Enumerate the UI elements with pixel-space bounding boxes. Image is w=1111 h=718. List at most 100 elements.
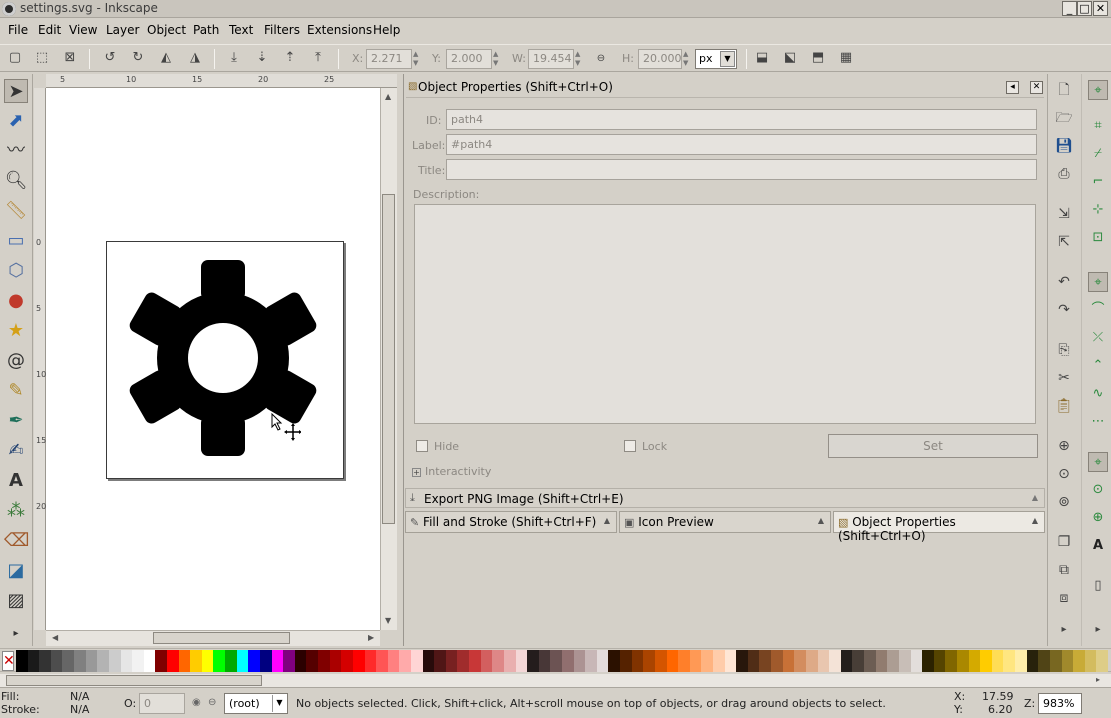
more-tools-arrow-icon[interactable]: ▸: [4, 622, 28, 646]
color-swatch[interactable]: [1049, 650, 1062, 672]
color-swatch[interactable]: [759, 650, 772, 672]
maximize-button[interactable]: □: [1077, 1, 1092, 16]
color-swatch[interactable]: [213, 650, 226, 672]
color-swatch[interactable]: [538, 650, 551, 672]
chevron-down-icon[interactable]: ▼: [720, 51, 735, 67]
text-tool-icon[interactable]: A: [4, 469, 28, 493]
color-swatch[interactable]: [410, 650, 423, 672]
color-swatch[interactable]: [1073, 650, 1086, 672]
color-swatch[interactable]: [747, 650, 760, 672]
color-swatch[interactable]: [1061, 650, 1074, 672]
color-swatch[interactable]: [1084, 650, 1097, 672]
more-commands-arrow-icon[interactable]: ▸: [1054, 620, 1074, 640]
snap-bbox-edge-icon[interactable]: ⌿: [1088, 144, 1108, 164]
visibility-eye-icon[interactable]: ◉: [192, 697, 201, 708]
description-textarea[interactable]: [414, 204, 1036, 424]
color-swatch[interactable]: [236, 650, 249, 672]
tab-object-properties[interactable]: ▧ Object Properties (Shift+Ctrl+O) ▲: [833, 511, 1045, 543]
color-swatch[interactable]: [480, 650, 493, 672]
tab-icon-preview[interactable]: ▣ Icon Preview ▲: [619, 511, 831, 533]
color-swatch[interactable]: [457, 650, 470, 672]
color-swatch[interactable]: [1026, 650, 1039, 672]
clone-icon[interactable]: ⧉: [1054, 560, 1074, 580]
gradient-tool-icon[interactable]: ▨: [4, 589, 28, 613]
color-swatch[interactable]: [852, 650, 865, 672]
color-swatch[interactable]: [910, 650, 923, 672]
menu-object[interactable]: Object: [147, 23, 186, 37]
scroll-left-icon[interactable]: ◀: [52, 633, 58, 642]
scroll-down-icon[interactable]: ▼: [385, 616, 391, 625]
color-swatch[interactable]: [16, 650, 28, 672]
layer-select[interactable]: (root) ▼: [224, 693, 288, 714]
save-icon[interactable]: 💾︎: [1054, 136, 1074, 156]
scroll-up-icon[interactable]: ▲: [385, 92, 391, 101]
color-swatch[interactable]: [596, 650, 609, 672]
color-swatch[interactable]: [329, 650, 342, 672]
color-swatch[interactable]: [364, 650, 377, 672]
color-swatch[interactable]: [155, 650, 168, 672]
close-button[interactable]: ✕: [1093, 1, 1108, 16]
tweak-tool-icon[interactable]: 〰: [4, 139, 28, 163]
color-swatch[interactable]: [1015, 650, 1028, 672]
transform-patterns-icon[interactable]: ▦: [836, 48, 856, 68]
expand-plus-icon[interactable]: +: [412, 468, 421, 477]
snap-intersection-icon[interactable]: ⤫: [1088, 328, 1108, 348]
zoom-tool-icon[interactable]: 🔍︎: [4, 169, 28, 193]
rotate-ccw-icon[interactable]: ↺: [100, 48, 120, 68]
color-swatch[interactable]: [132, 650, 145, 672]
raise-icon[interactable]: ⇡: [280, 48, 300, 68]
tab-arrow-icon[interactable]: ▲: [818, 516, 824, 525]
layer-lock-icon[interactable]: ⊖: [208, 697, 216, 708]
color-swatch[interactable]: [550, 650, 563, 672]
snap-smooth-icon[interactable]: ∿: [1088, 384, 1108, 404]
snap-midpoint-icon[interactable]: ⋯: [1088, 412, 1108, 432]
snap-nodes-icon[interactable]: ⌖: [1088, 272, 1108, 292]
color-swatch[interactable]: [190, 650, 203, 672]
open-icon[interactable]: 🗁︎: [1054, 108, 1074, 128]
color-swatch[interactable]: [968, 650, 981, 672]
print-icon[interactable]: ⎙: [1054, 164, 1074, 184]
snap-bbox-icon[interactable]: ⌗: [1088, 116, 1108, 136]
paint-bucket-tool-icon[interactable]: ◪: [4, 559, 28, 583]
snap-path-icon[interactable]: ⌒: [1088, 300, 1108, 320]
spiral-tool-icon[interactable]: @: [4, 349, 28, 373]
more-snap-arrow-icon[interactable]: ▸: [1088, 620, 1108, 640]
measure-tool-icon[interactable]: 📏︎: [4, 199, 28, 223]
color-swatch[interactable]: [643, 650, 656, 672]
tab-arrow-icon[interactable]: ▲: [604, 516, 610, 525]
ellipse-tool-icon[interactable]: ●: [4, 289, 28, 313]
snap-bbox-center-icon[interactable]: ⊡: [1088, 228, 1108, 248]
color-swatch[interactable]: [85, 650, 98, 672]
color-swatch[interactable]: [805, 650, 818, 672]
horizontal-scroll-thumb[interactable]: [153, 632, 290, 644]
color-swatch[interactable]: [352, 650, 365, 672]
snap-bbox-corner-icon[interactable]: ⌐: [1088, 172, 1108, 192]
snap-text-baseline-icon[interactable]: A: [1088, 536, 1108, 556]
3d-box-tool-icon[interactable]: ⬡: [4, 259, 28, 283]
interactivity-expander[interactable]: + Interactivity: [412, 465, 491, 478]
vertical-scrollbar[interactable]: ▲ ▼: [380, 88, 397, 630]
color-swatch[interactable]: [225, 650, 238, 672]
color-swatch[interactable]: [1096, 650, 1109, 672]
color-swatch[interactable]: [713, 650, 726, 672]
color-swatch[interactable]: [562, 650, 574, 672]
color-swatch[interactable]: [399, 650, 412, 672]
color-swatch[interactable]: [39, 650, 52, 672]
color-swatch[interactable]: [248, 650, 261, 672]
enable-snapping-icon[interactable]: ⌖: [1088, 80, 1108, 100]
color-swatch[interactable]: [689, 650, 702, 672]
color-swatch[interactable]: [829, 650, 842, 672]
color-swatch[interactable]: [840, 650, 853, 672]
pen-tool-icon[interactable]: ✒: [4, 409, 28, 433]
star-tool-icon[interactable]: ★: [4, 319, 28, 343]
color-swatch[interactable]: [654, 650, 667, 672]
id-field[interactable]: path4: [446, 109, 1037, 130]
color-swatch[interactable]: [178, 650, 191, 672]
title-field[interactable]: [446, 159, 1037, 180]
color-swatch[interactable]: [27, 650, 40, 672]
color-swatch[interactable]: [794, 650, 807, 672]
horizontal-scrollbar[interactable]: ◀ ▶: [46, 630, 380, 646]
color-swatch[interactable]: [294, 650, 307, 672]
flip-horizontal-icon[interactable]: ◭: [156, 48, 176, 68]
import-icon[interactable]: ⇲: [1054, 204, 1074, 224]
